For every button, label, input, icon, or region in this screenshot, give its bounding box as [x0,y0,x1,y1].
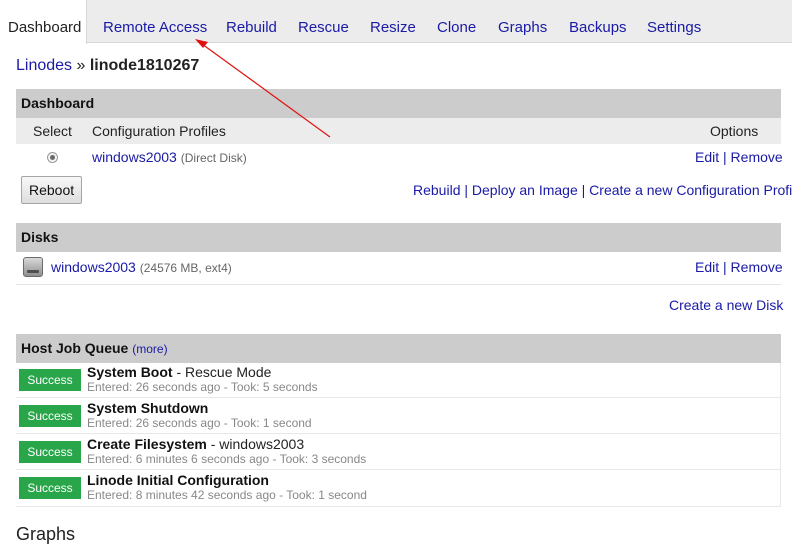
profile-detail: (Direct Disk) [180,151,247,165]
dashboard-section-header: Dashboard [16,89,781,118]
tab-resize[interactable]: Resize [370,0,416,43]
disks-divider [16,284,781,285]
tab-rebuild[interactable]: Rebuild [226,0,277,43]
profile-radio[interactable] [47,152,58,163]
job-status-badge: Success [19,405,81,427]
job-status-badge: Success [19,441,81,463]
breadcrumb-separator: » [76,57,86,74]
job-name: System Shutdown [87,400,209,416]
job-title: System Shutdown [87,400,208,416]
tab-clone[interactable]: Clone [437,0,476,43]
disk-detail: (24576 MB, ext4) [139,261,232,275]
profile-name-link[interactable]: windows2003 [92,149,177,165]
job-queue-border [780,363,781,507]
disks-section-header: Disks [16,223,781,252]
job-title: System Boot - Rescue Mode [87,364,271,380]
job-name: Linode Initial Configuration [87,472,269,488]
tab-graphs[interactable]: Graphs [498,0,547,43]
disk-row: windows2003 (24576 MB, ext4) [51,259,232,275]
disk-options-separator: | [723,259,727,275]
reboot-button[interactable]: Reboot [21,176,83,204]
graphs-section-title: Graphs [16,524,76,544]
dashboard-actions: Rebuild | Deploy an Image | Create a new… [413,182,792,198]
create-disk-link[interactable]: Create a new Disk [669,297,783,313]
disk-remove-link[interactable]: Remove [731,259,783,275]
job-subtitle: - Rescue Mode [172,364,272,380]
job-meta: Entered: 26 seconds ago - Took: 1 second [87,416,312,430]
hard-disk-icon [23,257,43,277]
job-status-badge: Success [19,477,81,499]
breadcrumb: Linodes » linode1810267 [16,57,199,75]
job-name: System Boot [87,364,173,380]
profile-options: Edit | Remove [695,149,783,165]
disk-edit-link[interactable]: Edit [695,259,719,275]
job-divider [16,469,781,470]
col-profiles-label: Configuration Profiles [92,123,226,139]
col-options-label: Options [710,123,759,139]
job-meta: Entered: 8 minutes 42 seconds ago - Took… [87,488,367,502]
job-name: Create Filesystem [87,436,207,452]
job-meta: Entered: 6 minutes 6 seconds ago - Took:… [87,452,367,466]
job-title: Linode Initial Configuration [87,472,269,488]
tab-dashboard[interactable]: Dashboard [0,0,87,44]
action-separator-2: | [581,182,586,198]
tab-settings[interactable]: Settings [647,0,701,43]
job-divider [16,506,781,507]
rebuild-link[interactable]: Rebuild [413,182,460,198]
disk-name-link[interactable]: windows2003 [51,259,136,275]
job-meta: Entered: 26 seconds ago - Took: 5 second… [87,380,318,394]
job-divider [16,433,781,434]
tab-remote-access[interactable]: Remote Access [103,0,207,43]
job-divider [16,397,781,398]
breadcrumb-current: linode1810267 [89,57,200,74]
create-profile-link[interactable]: Create a new Configuration Profile [589,182,792,198]
config-table-header: Select Configuration Profiles Options [16,118,781,144]
deploy-image-link[interactable]: Deploy an Image [472,182,578,198]
tab-rescue[interactable]: Rescue [298,0,349,43]
job-status-badge: Success [19,369,81,391]
job-queue-more-link[interactable]: (more) [132,342,167,356]
disk-options: Edit | Remove [695,259,783,275]
config-profile-row: windows2003 (Direct Disk) [92,149,247,165]
job-queue-title: Host Job Queue [21,340,129,356]
breadcrumb-linodes-link[interactable]: Linodes [16,57,72,74]
action-separator-1: | [464,182,469,198]
col-select-label: Select [33,123,72,139]
profile-edit-link[interactable]: Edit [695,149,719,165]
job-queue-section-header: Host Job Queue (more) [16,334,781,363]
tab-backups[interactable]: Backups [569,0,627,43]
tab-bar: Dashboard Remote Access Rebuild Rescue R… [0,0,792,44]
profile-remove-link[interactable]: Remove [731,149,783,165]
profile-options-separator: | [723,149,727,165]
job-title: Create Filesystem - windows2003 [87,436,304,452]
job-subtitle: - windows2003 [206,436,305,452]
